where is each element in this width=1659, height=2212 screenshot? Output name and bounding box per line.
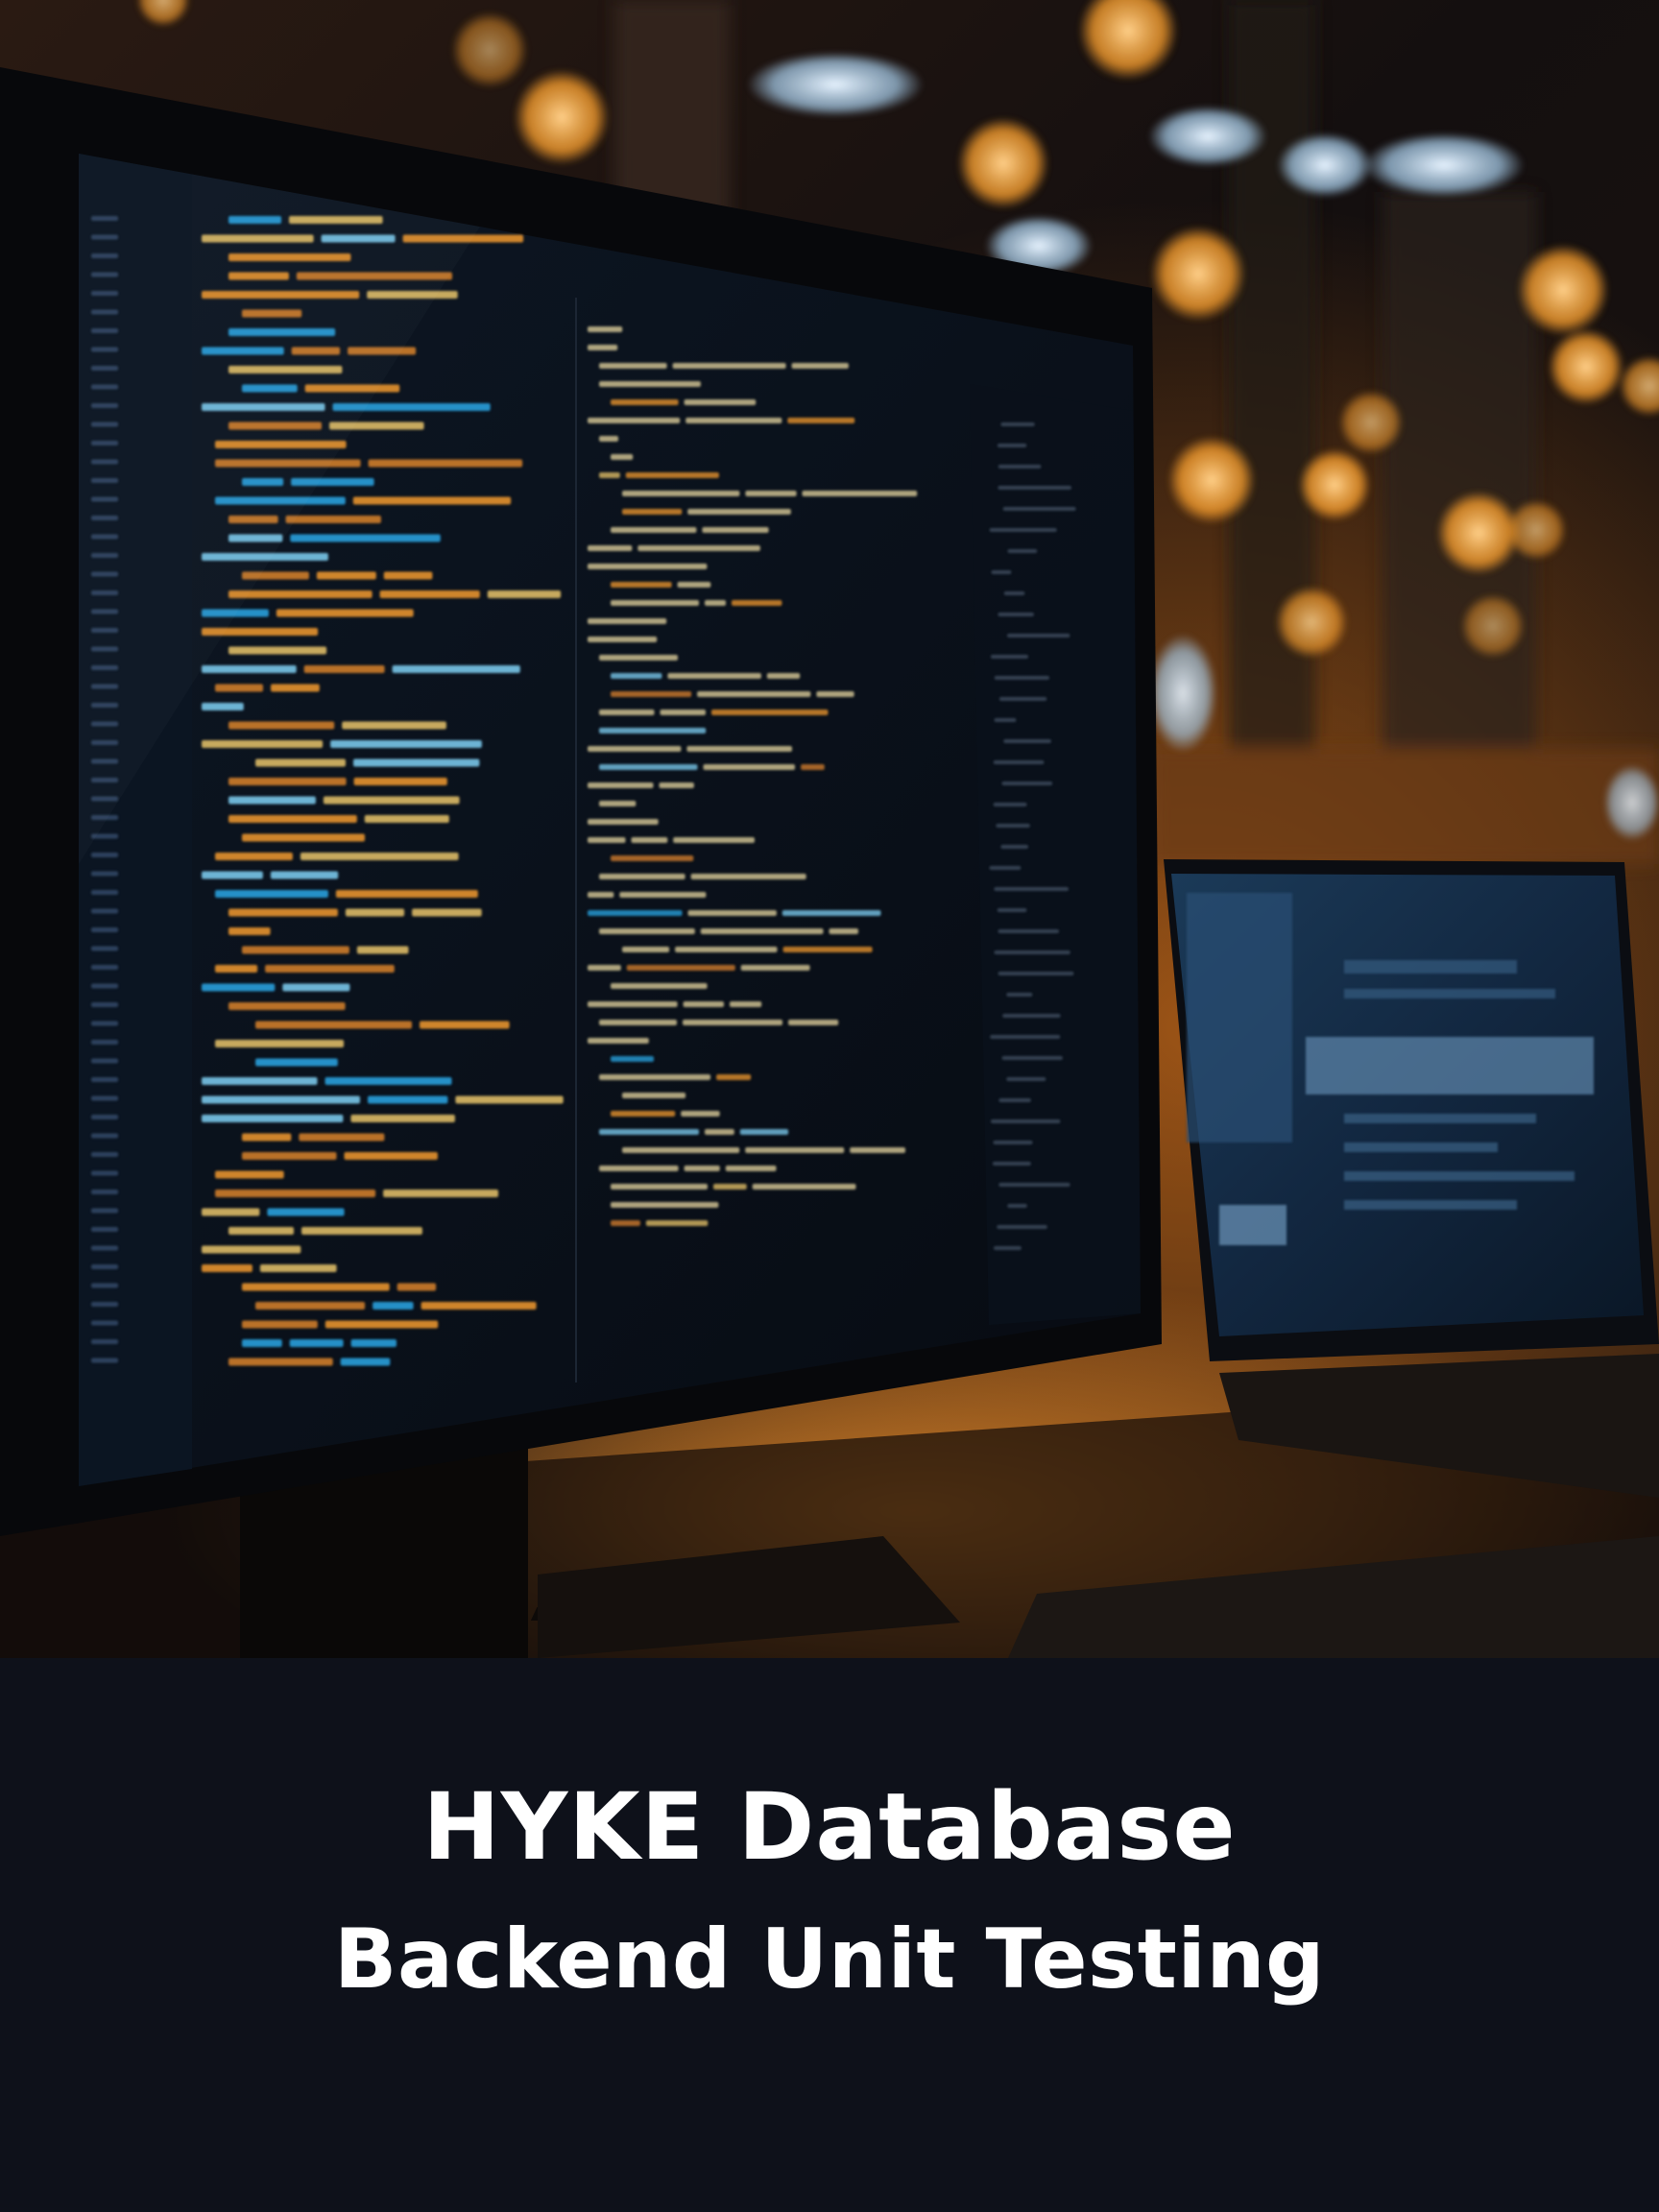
laptop	[1164, 859, 1659, 1498]
coding-desk-photo	[0, 0, 1659, 1658]
caption-band: HYKE Database Backend Unit Testing	[0, 1658, 1659, 2212]
slide-cover: HYKE Database Backend Unit Testing	[0, 0, 1659, 2212]
title: HYKE Database	[422, 1773, 1237, 1881]
subtitle: Backend Unit Testing	[333, 1911, 1326, 2008]
